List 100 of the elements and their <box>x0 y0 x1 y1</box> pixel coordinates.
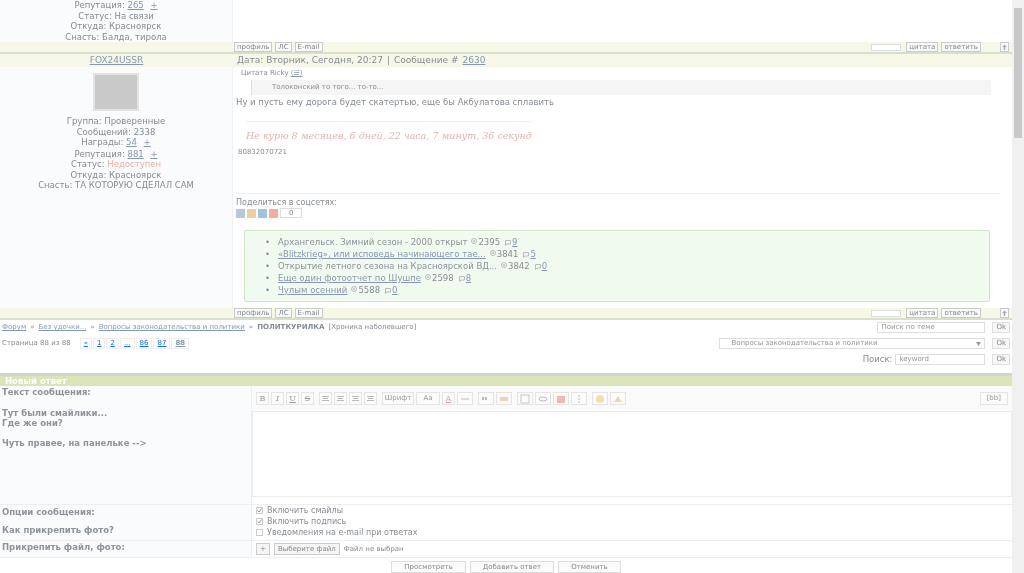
checkbox[interactable] <box>256 518 263 525</box>
arrow-up-icon <box>1002 44 1007 51</box>
format-button[interactable]: S <box>301 392 314 405</box>
field-label: Опции сообщения: <box>2 507 96 518</box>
checkbox[interactable] <box>256 507 263 514</box>
profile-value: Красноярск <box>109 169 162 180</box>
toolbar-button[interactable] <box>517 392 533 405</box>
eye-icon <box>471 237 478 244</box>
smiley-icon <box>595 393 605 404</box>
view-count: 3842 <box>508 261 530 271</box>
profile-value: ТА КОТОРУЮ СДЕЛАЛ САМ <box>75 180 194 191</box>
align-button[interactable] <box>319 392 332 405</box>
plus-link[interactable]: + <box>150 148 158 159</box>
toolbar-button[interactable] <box>535 392 551 405</box>
profile-label: Статус: <box>78 10 113 21</box>
toolbar-button[interactable] <box>610 392 626 405</box>
post-date: Дата: Вторник, Сегодня, 20:27 <box>237 55 383 67</box>
status-value: Недоступен <box>107 159 161 170</box>
toolbar-button[interactable] <box>457 392 473 405</box>
format-button[interactable]: U <box>286 392 299 405</box>
hint-text: Где же они? <box>2 418 64 429</box>
profile-label: Группа: <box>66 116 103 127</box>
checkbox[interactable] <box>256 529 263 536</box>
view-count: 3841 <box>496 249 519 259</box>
message-text: Ну и пусть ему дорога будет скатертью, еще бы Акбулатова сплавить <box>236 96 555 108</box>
comment-count-link[interactable]: 9 <box>512 237 518 247</box>
option-label: Включить подпись <box>267 516 347 527</box>
avatar-placeholder <box>93 73 139 112</box>
scrollbar[interactable] <box>1012 0 1024 573</box>
message-label: Сообщение # <box>394 55 459 67</box>
mail-share-icon[interactable] <box>258 208 267 218</box>
align-button[interactable] <box>349 392 362 405</box>
ok-share-icon[interactable] <box>247 208 256 218</box>
align-button[interactable] <box>364 392 377 405</box>
topic-link[interactable]: Чулым осенний <box>278 285 348 295</box>
form-header: Новый ответ <box>0 373 1012 386</box>
profile-label: Откуда: <box>70 169 108 180</box>
toolbar-button[interactable] <box>592 392 608 405</box>
profile-link[interactable]: 881 <box>127 148 144 159</box>
profile-label: Статус: <box>71 159 106 170</box>
toolbar-button[interactable] <box>571 392 587 405</box>
view-count: 2598 <box>432 273 454 283</box>
align-icon <box>322 396 329 401</box>
align-icon <box>337 396 344 401</box>
profile-link[interactable]: 265 <box>127 0 144 10</box>
profile-value: Проверенные <box>104 116 166 127</box>
profile-value: На связи <box>114 10 154 21</box>
small-input-field[interactable] <box>871 43 902 51</box>
align-icon <box>352 396 359 401</box>
profile-link[interactable]: 54 <box>126 137 137 148</box>
field-label: Прикрепить файл, фото: <box>0 541 252 557</box>
option-label: Включить смайлы <box>267 505 343 516</box>
scroll-top-button[interactable] <box>1000 308 1009 318</box>
bullet: • <box>265 237 270 247</box>
profile-label: Откуда: <box>70 21 108 31</box>
comment-icon <box>458 275 465 282</box>
bullet: • <box>265 261 270 271</box>
plus-link[interactable]: + <box>143 137 151 148</box>
topic-link[interactable]: Архангельск. Зимний сезон - 2000 открыт <box>278 237 468 247</box>
scroll-top-button[interactable] <box>1000 42 1009 52</box>
comment-icon <box>385 287 392 294</box>
separator-text: | <box>386 55 390 67</box>
signature-text: Не курю 8 месяцев, 6 дней, 22 часа, 7 минут, 36 секунд <box>246 121 532 143</box>
comment-count-link[interactable]: 0 <box>392 285 398 295</box>
message-number-link[interactable]: 2630 <box>462 55 486 67</box>
profile-label: Снасть: <box>38 180 74 191</box>
dropdown-caret-icon <box>976 341 982 346</box>
vk-share-icon[interactable] <box>236 208 245 218</box>
option-label: Уведомления на e-mail при ответах <box>267 527 418 538</box>
toolbar-button[interactable] <box>496 392 512 405</box>
help-link[interactable]: Как прикрепить фото? <box>2 524 249 536</box>
view-count: 5588 <box>358 285 381 295</box>
view-count: 2395 <box>478 237 501 247</box>
comment-count-link[interactable]: 8 <box>465 273 472 283</box>
small-input-field[interactable] <box>871 309 902 317</box>
bullet: • <box>265 249 270 259</box>
profile-value: Красноярск <box>109 21 162 31</box>
profile-label: Репутация: <box>74 0 126 10</box>
bullet: • <box>265 285 270 295</box>
bullet: • <box>265 273 270 283</box>
hint-text: Тут были смайлики... <box>2 407 109 419</box>
topic-link[interactable]: «Blitzkrieg», или исповедь начинающего тае... <box>278 249 486 259</box>
align-button[interactable] <box>334 392 347 405</box>
topic-link[interactable]: Еще один фотоотчет по Шушпе <box>278 273 421 283</box>
comment-count-link[interactable]: 0 <box>541 261 548 271</box>
toolbar-button[interactable] <box>478 392 494 405</box>
toolbar-button[interactable] <box>553 392 569 405</box>
image-icon <box>520 393 530 404</box>
format-button[interactable]: B <box>256 392 269 405</box>
plus-link[interactable]: + <box>150 0 158 10</box>
color-button[interactable]: A <box>442 392 455 405</box>
topic-link[interactable]: Открытие летного сезона на Красноярской ВД... <box>278 261 497 271</box>
check-icon <box>257 519 262 524</box>
author-link[interactable]: FOX24USSR <box>89 55 144 65</box>
comment-count-link[interactable]: 5 <box>530 249 536 259</box>
hint-text: Чуть правее, на панельке --> <box>2 437 148 449</box>
profile-label: Репутация: <box>74 148 126 159</box>
plus-share-icon[interactable] <box>269 208 278 218</box>
format-button[interactable]: I <box>271 392 284 405</box>
search-label: Поиск: <box>862 354 893 365</box>
